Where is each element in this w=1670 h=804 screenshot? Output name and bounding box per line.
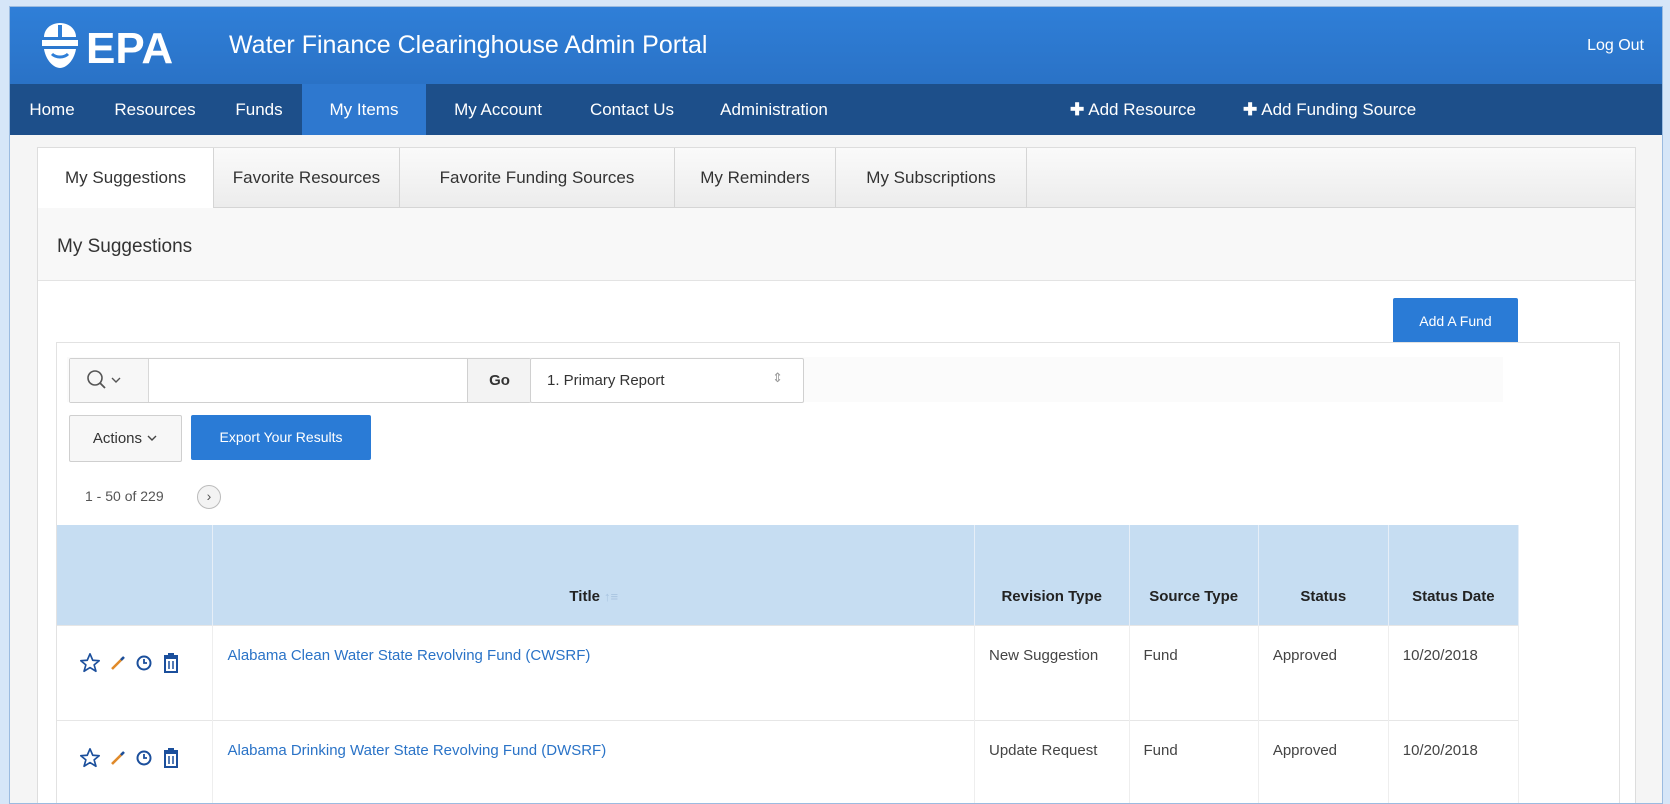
top-header: EPA Water Finance Clearinghouse Admin Po… — [10, 7, 1662, 84]
export-results-button[interactable]: Export Your Results — [191, 415, 371, 460]
pencil-icon[interactable] — [109, 749, 127, 767]
chevron-right-icon: › — [206, 488, 212, 504]
title-link[interactable]: Alabama Drinking Water State Revolving F… — [227, 742, 606, 759]
cell-title: Alabama Clean Water State Revolving Fund… — [212, 625, 975, 721]
epa-logo[interactable]: EPA — [38, 21, 208, 73]
content-region: My Suggestions Favorite Resources Favori… — [37, 147, 1636, 803]
add-funding-source-button[interactable]: ✚ Add Funding Source — [1243, 84, 1416, 135]
add-resource-label: Add Resource — [1088, 100, 1196, 119]
tab-favorite-resources[interactable]: Favorite Resources — [214, 148, 400, 207]
app-title: Water Finance Clearinghouse Admin Portal — [229, 31, 708, 59]
star-icon[interactable] — [79, 652, 101, 674]
trash-icon[interactable] — [161, 747, 181, 769]
nav-my-account[interactable]: My Account — [426, 84, 570, 135]
suggestions-table: Title ↑≡ Revision Type Source Type Status… — [57, 525, 1520, 803]
trash-icon[interactable] — [161, 652, 181, 674]
clock-icon[interactable] — [135, 749, 153, 767]
clock-icon[interactable] — [135, 654, 153, 672]
region-header: My Suggestions — [38, 208, 1635, 281]
tab-my-suggestions[interactable]: My Suggestions — [38, 148, 214, 208]
logout-link[interactable]: Log Out — [1587, 37, 1644, 55]
plus-icon: ✚ — [1243, 100, 1258, 119]
chevron-down-icon — [147, 435, 157, 441]
sort-ascending-icon: ↑≡ — [603, 589, 619, 604]
cell-revision-type: New Suggestion — [974, 625, 1130, 721]
cell-status-date: 10/20/2018 — [1388, 625, 1520, 721]
table-row: Alabama Drinking Water State Revolving F… — [57, 720, 1520, 803]
pencil-icon[interactable] — [109, 654, 127, 672]
nav-home[interactable]: Home — [10, 84, 94, 135]
nav-funds[interactable]: Funds — [216, 84, 302, 135]
select-arrows-icon: ⇕ — [772, 370, 783, 385]
column-header-source-type[interactable]: Source Type — [1129, 525, 1259, 626]
plus-icon: ✚ — [1070, 100, 1085, 119]
actions-label: Actions — [92, 430, 143, 447]
add-resource-button[interactable]: ✚ Add Resource — [1070, 84, 1196, 135]
cell-status-date: 10/20/2018 — [1388, 720, 1520, 803]
column-title-label: Title — [569, 588, 600, 605]
add-funding-source-label: Add Funding Source — [1261, 100, 1417, 119]
tab-my-subscriptions[interactable]: My Subscriptions — [836, 148, 1027, 207]
search-box: Go — [69, 358, 531, 403]
report-select-value: 1. Primary Report — [547, 372, 665, 389]
interactive-report: Go 1. Primary Report ⇕ Actions Export Yo… — [56, 342, 1620, 803]
pagination-text: 1 - 50 of 229 — [85, 488, 164, 504]
cell-title: Alabama Drinking Water State Revolving F… — [212, 720, 975, 803]
go-button[interactable]: Go — [467, 359, 531, 402]
tab-my-reminders[interactable]: My Reminders — [675, 148, 836, 207]
main-nav: Home Resources Funds My Items My Account… — [10, 84, 1662, 135]
column-header-status-date[interactable]: Status Date — [1388, 525, 1520, 626]
nav-administration[interactable]: Administration — [694, 84, 854, 135]
table-row: Alabama Clean Water State Revolving Fund… — [57, 625, 1520, 721]
subtabs: My Suggestions Favorite Resources Favori… — [38, 148, 1635, 208]
report-select[interactable]: 1. Primary Report ⇕ — [530, 358, 804, 403]
svg-text:EPA: EPA — [86, 24, 173, 71]
star-icon[interactable] — [79, 747, 101, 769]
chevron-down-icon — [111, 377, 121, 383]
epa-flower-icon: EPA — [42, 23, 173, 73]
column-header-title[interactable]: Title ↑≡ — [212, 525, 975, 626]
nav-contact-us[interactable]: Contact Us — [570, 84, 694, 135]
add-fund-button[interactable]: Add A Fund — [1393, 298, 1518, 344]
row-actions — [57, 625, 214, 721]
cell-source-type: Fund — [1129, 625, 1259, 721]
cell-source-type: Fund — [1129, 720, 1259, 803]
column-header-revision-type[interactable]: Revision Type — [974, 525, 1130, 626]
title-link[interactable]: Alabama Clean Water State Revolving Fund… — [227, 647, 590, 664]
column-header-status[interactable]: Status — [1258, 525, 1389, 626]
search-column-selector[interactable] — [70, 359, 149, 402]
row-actions — [57, 720, 214, 803]
cell-revision-type: Update Request — [974, 720, 1130, 803]
table-header-row: Title ↑≡ Revision Type Source Type Status… — [57, 525, 1520, 626]
region-title: My Suggestions — [57, 236, 193, 257]
nav-my-items[interactable]: My Items — [302, 84, 426, 135]
tab-favorite-funding-sources[interactable]: Favorite Funding Sources — [400, 148, 675, 207]
search-icon — [87, 370, 121, 389]
column-header-actions — [57, 525, 214, 626]
app-window: EPA Water Finance Clearinghouse Admin Po… — [9, 6, 1663, 804]
cell-status: Approved — [1258, 625, 1389, 721]
nav-resources[interactable]: Resources — [94, 84, 216, 135]
actions-menu-button[interactable]: Actions — [69, 415, 182, 462]
cell-status: Approved — [1258, 720, 1389, 803]
next-page-button[interactable]: › — [197, 485, 221, 509]
search-input[interactable] — [149, 359, 465, 402]
